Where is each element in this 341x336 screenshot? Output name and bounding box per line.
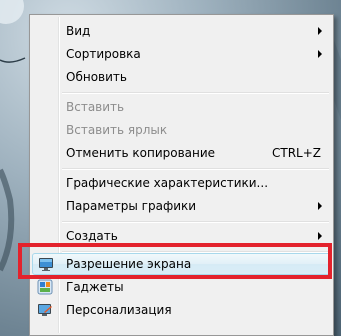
menu-item-undo-copy[interactable]: Отменить копирование CTRL+Z: [32, 142, 331, 164]
menu-separator: [62, 168, 329, 170]
menu-item-refresh[interactable]: Обновить: [32, 66, 331, 88]
menu-item-label: Вставить: [66, 100, 125, 114]
menu-item-label: Обновить: [66, 70, 127, 84]
personalization-icon: [38, 304, 52, 316]
menu-item-paste[interactable]: Вставить: [32, 96, 331, 118]
gadgets-icon: [37, 279, 53, 295]
menu-item-label: Параметры графики: [66, 199, 197, 213]
menu-item-label: Вид: [66, 24, 91, 38]
menu-separator: [62, 221, 329, 223]
desktop-context-menu: Вид Сортировка Обновить Вставить Вставит…: [29, 14, 334, 336]
submenu-arrow-icon: [318, 27, 322, 35]
submenu-arrow-icon: [318, 232, 322, 240]
menu-item-gadgets[interactable]: Гаджеты: [32, 276, 331, 298]
menu-item-graphics-options[interactable]: Параметры графики: [32, 195, 331, 217]
menu-item-label: Графические характеристики...: [66, 176, 269, 190]
menu-item-shortcut: CTRL+Z: [271, 146, 321, 160]
menu-item-label: Сортировка: [66, 47, 141, 61]
menu-item-sort[interactable]: Сортировка: [32, 43, 331, 65]
menu-item-graphics-properties[interactable]: Графические характеристики...: [32, 172, 331, 194]
menu-item-label: Персонализация: [66, 303, 172, 317]
menu-item-label: Гаджеты: [66, 280, 124, 294]
menu-item-personalization[interactable]: Персонализация: [32, 299, 331, 321]
menu-item-label: Отменить копирование: [66, 146, 216, 160]
menu-item-view[interactable]: Вид: [32, 20, 331, 42]
menu-item-label: Вставить ярлык: [66, 123, 168, 137]
submenu-arrow-icon: [318, 202, 322, 210]
menu-separator: [62, 92, 329, 94]
submenu-arrow-icon: [318, 50, 322, 58]
menu-item-paste-shortcut[interactable]: Вставить ярлык: [32, 119, 331, 141]
highlight-annotation-box: [18, 243, 332, 279]
